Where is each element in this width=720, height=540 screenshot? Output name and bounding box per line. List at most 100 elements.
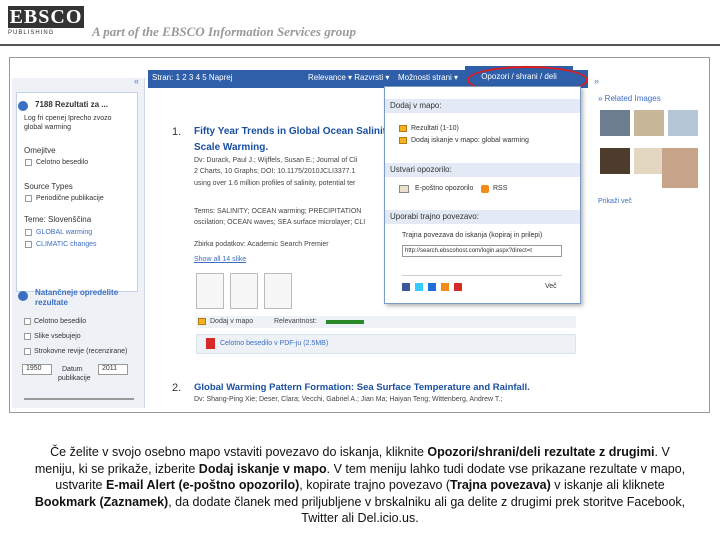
left-pane: 7188 Rezultati za ... Log fri cpenej Ipr…	[12, 78, 145, 408]
filter-checkbox-1[interactable]	[24, 318, 31, 325]
bookmark-icon[interactable]	[441, 283, 449, 291]
logo-subtitle: PUBLISHING	[8, 30, 55, 36]
image-thumbnail[interactable]	[634, 110, 664, 136]
folder-icon	[399, 125, 407, 132]
result-number-1: 1.	[172, 126, 182, 138]
date-slider-track[interactable]	[24, 398, 134, 400]
header: EBSCO PUBLISHING A part of the EBSCO Inf…	[0, 0, 720, 46]
folder-icon	[399, 137, 407, 144]
caption-bold: Dodaj iskanje v mapo	[198, 461, 327, 476]
delicious-icon[interactable]	[428, 283, 436, 291]
image-thumbnail[interactable]	[634, 148, 664, 174]
header-divider	[0, 44, 720, 46]
subjects-heading: Teme: Slovenščina	[24, 215, 92, 224]
share-dropdown: Dodaj v mapo: Rezultati (1-10) Dodaj isk…	[384, 86, 581, 304]
show-more-link[interactable]: Prikaži več	[598, 198, 632, 205]
add-to-folder-heading: Dodaj v mapo:	[385, 99, 580, 113]
subject-link-1[interactable]: GLOBAL warming	[36, 229, 92, 236]
digg-icon[interactable]	[454, 283, 462, 291]
year-to-input[interactable]: 2011	[98, 364, 128, 375]
pdf-link[interactable]: Celotno besedilo v PDF-ju (2.5MB)	[220, 340, 328, 347]
limiters-heading: Omejitve	[24, 146, 56, 155]
subject-checkbox-2[interactable]	[25, 241, 32, 248]
permalink-input[interactable]: http://search.ebscohost.com/login.aspx?d…	[402, 245, 562, 257]
result-line: Dv: Shang-Ping Xie; Deser, Clara; Vecchi…	[194, 396, 503, 403]
year-from-input[interactable]: 1950	[22, 364, 52, 375]
caption-bold: Opozori/shrani/deli rezultate z drugimi	[427, 445, 655, 459]
full-text-checkbox[interactable]	[25, 159, 32, 166]
result-line: oscilation; OCEAN waves; SEA surface mic…	[194, 219, 366, 226]
filter-checkbox-3[interactable]	[24, 348, 31, 355]
permalink-heading: Uporabi trajno povezavo:	[385, 210, 580, 224]
page-options-menu[interactable]: Možnosti strani ▾	[398, 73, 458, 82]
subject-link-2[interactable]: CLIMATIC changes	[36, 241, 97, 248]
result-line: using over 1.6 million profiles of salin…	[194, 180, 356, 187]
facebook-icon[interactable]	[402, 283, 410, 291]
right-pane: » Related Images Prikaži več	[594, 90, 706, 290]
image-thumbnail[interactable]	[600, 110, 630, 136]
twitter-icon[interactable]	[415, 283, 423, 291]
caption: Če želite v svojo osebno mapo vstaviti p…	[30, 444, 690, 527]
collapse-arrow-icon[interactable]	[18, 101, 28, 111]
relevance-bar	[326, 320, 364, 324]
show-images-link[interactable]: Show all 14 slike	[194, 256, 246, 263]
result-line: Zbirka podatkov: Academic Search Premier	[194, 241, 329, 248]
search-term: global warming	[24, 124, 72, 131]
source-types-heading: Source Types	[24, 182, 73, 191]
folder-icon	[198, 318, 206, 325]
periodic-label: Periodične publikacije	[36, 195, 104, 202]
logo-text: EBSCO	[8, 6, 84, 28]
periodic-checkbox[interactable]	[25, 195, 32, 202]
caption-text: , da dodate članek med priljubljene v br…	[168, 494, 686, 526]
refine-heading-1: Natančneje opredelite	[35, 288, 119, 297]
ebsco-logo: EBSCO PUBLISHING	[8, 6, 84, 36]
result-title-1a[interactable]: Fifty Year Trends in Global Ocean Salini…	[194, 126, 386, 137]
caption-text: , kopirate trajno povezavo (	[299, 478, 451, 492]
pagination[interactable]: Stran: 1 2 3 4 5 Naprej	[152, 73, 233, 82]
filter-label-2: Slike vsebujejo	[34, 333, 81, 340]
pub-date-label-1: Datum	[62, 366, 83, 373]
refine-heading-2: rezultate	[35, 298, 68, 307]
expand-right-icon[interactable]: »	[594, 76, 599, 86]
results-box	[16, 92, 138, 292]
refine-arrow-icon[interactable]	[18, 291, 28, 301]
figure-thumbnail[interactable]	[264, 273, 292, 309]
figure-thumbnail[interactable]	[196, 273, 224, 309]
pub-date-label-2: publikacije	[58, 375, 91, 382]
result-number-2: 2.	[172, 382, 182, 394]
permalink-label: Trajna povezava do iskanja (kopiraj in p…	[402, 232, 543, 239]
divider	[402, 275, 562, 276]
caption-text: v iskanje ali kliknete	[550, 478, 665, 492]
filter-label-1: Celotno besedilo	[34, 318, 87, 325]
caption-bold: Bookmark (Zaznamek)	[34, 494, 169, 509]
add-to-folder-link[interactable]: Dodaj v mapo	[210, 318, 253, 325]
image-thumbnail[interactable]	[662, 148, 698, 188]
email-icon	[399, 185, 409, 193]
caption-bold: E-mail Alert (e-poštno opozorilo)	[105, 478, 300, 492]
filter-checkbox-2[interactable]	[24, 333, 31, 340]
related-images-heading: » Related Images	[598, 94, 661, 103]
add-results-link[interactable]: Rezultati (1-10)	[411, 125, 459, 132]
add-search-link[interactable]: Dodaj iskanje v mapo: global warming	[411, 137, 529, 144]
email-alert-link[interactable]: E-poštno opozorilo	[415, 185, 473, 192]
result-title-1b[interactable]: Scale Warming.	[194, 142, 268, 153]
more-link[interactable]: Več	[545, 283, 557, 290]
image-thumbnail[interactable]	[668, 110, 698, 136]
rss-icon	[481, 185, 489, 193]
sort-menu[interactable]: Relevance ▾ Razvrsti ▾	[308, 73, 389, 82]
login-note: Log fri cpenej Iprecho zvozo	[24, 115, 112, 122]
tagline: A part of the EBSCO Information Services…	[92, 24, 357, 39]
pdf-icon	[206, 338, 215, 349]
result-title-2[interactable]: Global Warming Pattern Formation: Sea Su…	[194, 382, 530, 393]
result-line: 2 Charts, 10 Graphs; DOI: 10.1175/2010JC…	[194, 168, 356, 175]
subject-checkbox-1[interactable]	[25, 229, 32, 236]
figure-thumbnail[interactable]	[230, 273, 258, 309]
collapse-left-icon[interactable]: «	[134, 76, 139, 86]
rss-link[interactable]: RSS	[493, 185, 507, 192]
filter-label-3: Strokovne revije (recenzirane)	[34, 348, 128, 355]
caption-bold: Trajna povezava)	[450, 478, 551, 492]
screenshot-frame: 7188 Rezultati za ... Log fri cpenej Ipr…	[9, 57, 710, 413]
create-alert-heading: Ustvari opozorilo:	[385, 163, 580, 177]
image-thumbnail[interactable]	[600, 148, 630, 174]
results-count: 7188 Rezultati za ...	[35, 100, 108, 109]
